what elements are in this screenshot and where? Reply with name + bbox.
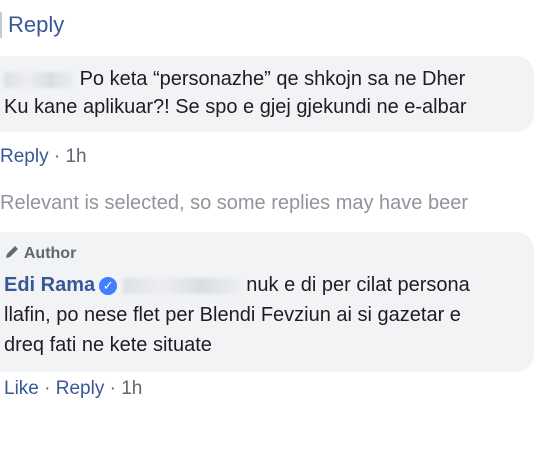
redacted-mention bbox=[122, 277, 241, 294]
redacted-name bbox=[4, 71, 74, 88]
timestamp[interactable]: 1h bbox=[121, 378, 142, 399]
author-comment-text-1: nuk e di per cilat persona bbox=[246, 274, 470, 296]
separator: · bbox=[53, 146, 66, 167]
author-comment-line-1: Edi Rama ✓ nuk e di per cilat persona bbox=[4, 274, 470, 297]
reply-link[interactable]: Reply bbox=[0, 146, 49, 167]
reply-link-top[interactable]: Reply bbox=[8, 12, 64, 38]
author-comment-line-2: llafin, po nese flet per Blendi Fevziun … bbox=[4, 304, 461, 326]
reply-link[interactable]: Reply bbox=[56, 378, 105, 399]
author-comment-actions: Like · Reply · 1h bbox=[4, 378, 142, 400]
comment-text-1: Po keta “personazhe” qe shkojn sa ne Dhe… bbox=[79, 68, 466, 90]
reply-row-top: Reply bbox=[0, 0, 534, 48]
like-link[interactable]: Like bbox=[4, 378, 39, 399]
author-name[interactable]: Edi Rama bbox=[4, 274, 95, 296]
separator: · bbox=[44, 378, 56, 399]
comment-line-1: Po keta “personazhe” qe shkojn sa ne Dhe… bbox=[4, 68, 465, 91]
separator: · bbox=[109, 378, 122, 399]
timestamp[interactable]: 1h bbox=[65, 146, 86, 167]
comment-line-2: Ku kane aplikuar?! Se spo e gjej gjekund… bbox=[4, 96, 467, 118]
author-comment-line-3: dreq fati ne kete situate bbox=[4, 334, 212, 356]
verified-icon: ✓ bbox=[99, 277, 118, 295]
comment-actions: Reply · 1h bbox=[0, 146, 87, 168]
thread-line bbox=[0, 12, 2, 38]
author-badge-label: Author bbox=[23, 245, 77, 262]
author-badge: Author bbox=[4, 244, 76, 263]
pen-icon bbox=[6, 246, 18, 258]
relevant-notice: Relevant is selected, so some replies ma… bbox=[0, 192, 469, 214]
comment-bubble: Po keta “personazhe” qe shkojn sa ne Dhe… bbox=[0, 56, 534, 132]
